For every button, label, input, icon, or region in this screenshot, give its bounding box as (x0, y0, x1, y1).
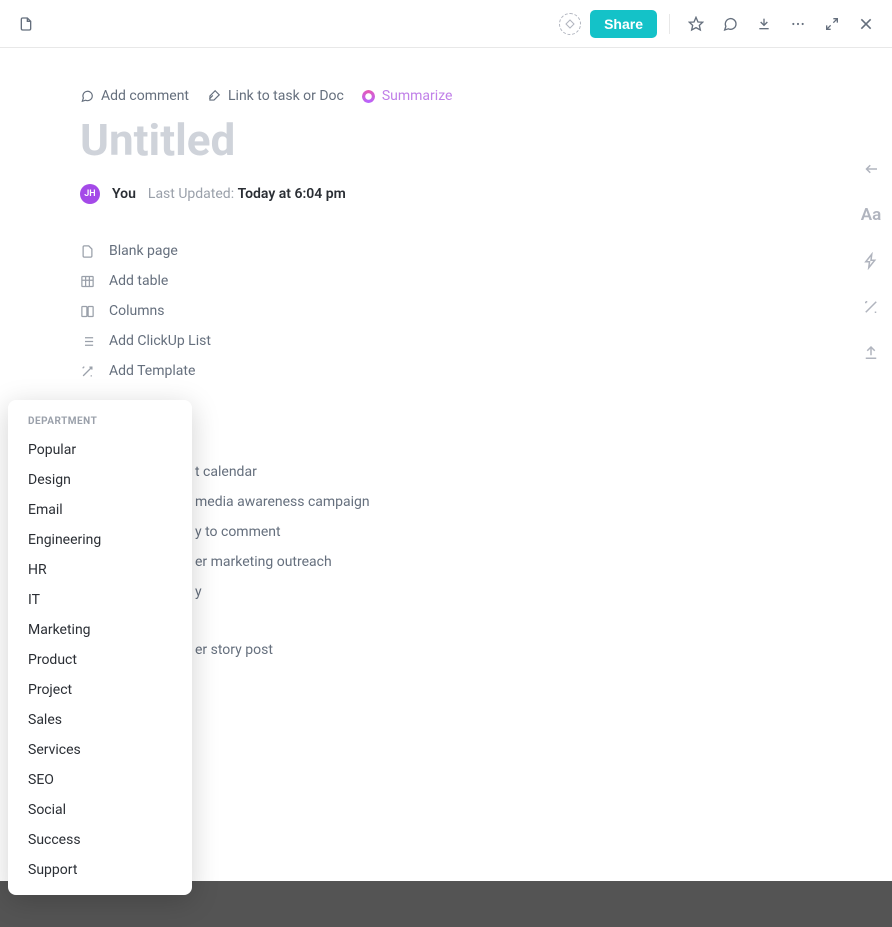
updated-time: Today at 6:04 pm (238, 186, 346, 202)
suggestion-item-0[interactable]: t calendar (195, 464, 892, 480)
columns-icon (80, 304, 95, 319)
suggestions-section: t calendar media awareness campaign y to… (80, 418, 892, 658)
topbar-right: Share (556, 10, 880, 38)
dept-item-project[interactable]: Project (8, 675, 192, 705)
comment-button[interactable] (716, 10, 744, 38)
block-columns-label: Columns (109, 303, 164, 319)
suggestion-item-2[interactable]: y to comment (195, 524, 892, 540)
list-icon (80, 334, 95, 349)
summarize-action[interactable]: Summarize (362, 88, 453, 104)
block-add-template[interactable]: Add Template (80, 356, 892, 386)
wand-small-icon (862, 298, 880, 316)
suggestions-list: t calendar media awareness campaign y to… (80, 464, 892, 658)
suggestion-item-7[interactable]: er story post (195, 642, 892, 658)
tag-dashed-icon (559, 13, 581, 35)
dept-item-sales[interactable]: Sales (8, 705, 192, 735)
wand-tool[interactable] (860, 296, 882, 318)
font-tool[interactable]: Aa (860, 204, 882, 226)
author-name: You (112, 186, 136, 202)
dept-item-marketing[interactable]: Marketing (8, 615, 192, 645)
upload-icon (862, 344, 880, 362)
suggestions-header (80, 418, 892, 446)
popover-heading: DEPARTMENT (8, 416, 192, 435)
favorite-button[interactable] (682, 10, 710, 38)
indent-left-icon (862, 160, 880, 178)
doc-title[interactable]: Untitled (80, 114, 892, 166)
dept-item-popular[interactable]: Popular (8, 435, 192, 465)
export-tool[interactable] (860, 342, 882, 364)
topbar: Share (0, 0, 892, 48)
divider (669, 14, 670, 34)
block-options: Blank page Add table Columns Add ClickUp… (80, 236, 892, 386)
doc-actions: Add comment Link to task or Doc Summariz… (80, 88, 892, 104)
suggestion-item-3[interactable]: er marketing outreach (195, 554, 892, 570)
dept-item-hr[interactable]: HR (8, 555, 192, 585)
block-add-list[interactable]: Add ClickUp List (80, 326, 892, 356)
block-blank-page[interactable]: Blank page (80, 236, 892, 266)
updated-label: Last Updated: (148, 186, 234, 202)
summarize-label: Summarize (382, 88, 453, 104)
wand-icon (80, 364, 95, 379)
dept-item-success[interactable]: Success (8, 825, 192, 855)
block-add-list-label: Add ClickUp List (109, 333, 211, 349)
ai-tool[interactable] (860, 250, 882, 272)
comment-icon (80, 89, 94, 103)
dept-item-social[interactable]: Social (8, 795, 192, 825)
block-add-template-label: Add Template (109, 363, 195, 379)
suggestion-item-4[interactable]: y (195, 584, 892, 600)
suggestion-item-1[interactable]: media awareness campaign (195, 494, 892, 510)
dept-item-design[interactable]: Design (8, 465, 192, 495)
dept-item-support[interactable]: Support (8, 855, 192, 885)
dept-item-it[interactable]: IT (8, 585, 192, 615)
tag-dashed-button[interactable] (556, 10, 584, 38)
indent-tool[interactable] (860, 158, 882, 180)
close-button[interactable] (852, 10, 880, 38)
department-popover: DEPARTMENT Popular Design Email Engineer… (8, 400, 192, 895)
doc-icon-button[interactable] (12, 10, 40, 38)
link-task-label: Link to task or Doc (228, 88, 344, 104)
table-icon (80, 274, 95, 289)
topbar-left (12, 10, 40, 38)
dept-item-product[interactable]: Product (8, 645, 192, 675)
dept-item-seo[interactable]: SEO (8, 765, 192, 795)
block-columns[interactable]: Columns (80, 296, 892, 326)
download-button[interactable] (750, 10, 778, 38)
block-add-table[interactable]: Add table (80, 266, 892, 296)
page-icon (80, 244, 95, 259)
dept-item-engineering[interactable]: Engineering (8, 525, 192, 555)
expand-button[interactable] (818, 10, 846, 38)
doc-meta: JH You Last Updated: Today at 6:04 pm (80, 184, 892, 204)
block-add-table-label: Add table (109, 273, 168, 289)
dept-item-services[interactable]: Services (8, 735, 192, 765)
dept-item-email[interactable]: Email (8, 495, 192, 525)
block-blank-page-label: Blank page (109, 243, 178, 259)
share-button[interactable]: Share (590, 10, 657, 38)
sparkle-bolt-icon (862, 252, 880, 270)
ai-summarize-icon (362, 90, 375, 103)
add-comment-label: Add comment (101, 88, 189, 104)
link-icon (207, 89, 221, 103)
add-comment-action[interactable]: Add comment (80, 88, 189, 104)
side-tools: Aa (860, 158, 882, 364)
link-task-action[interactable]: Link to task or Doc (207, 88, 344, 104)
more-button[interactable] (784, 10, 812, 38)
author-avatar[interactable]: JH (80, 184, 100, 204)
